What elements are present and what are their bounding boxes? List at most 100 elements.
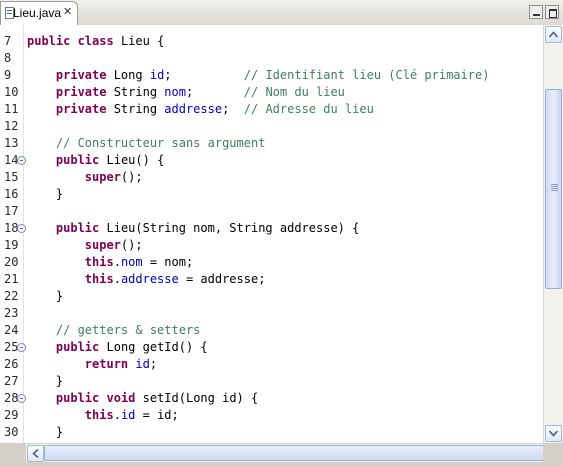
vertical-scroll-thumb[interactable] [545, 89, 562, 289]
code-line[interactable]: public class Lieu { [27, 33, 164, 50]
code-text: } [27, 187, 64, 201]
code-text: Long [106, 68, 150, 82]
horizontal-scroll-thumb[interactable] [44, 445, 544, 461]
code-text: Lieu() { [99, 153, 165, 167]
code-line[interactable]: private String nom; // Nom du lieu [27, 84, 345, 101]
keyword-token: void [106, 391, 136, 405]
code-line[interactable]: this.addresse = addresse; [27, 271, 266, 288]
code-text: setId(Long id) { [135, 391, 259, 405]
keyword-token: this [84, 255, 114, 269]
comment-token: // Identifiant lieu (Clé primaire) [243, 68, 490, 82]
line-number: 22 [4, 289, 19, 303]
code-line[interactable]: private String addresse; // Adresse du l… [27, 101, 374, 118]
arrow-up-icon[interactable] [545, 26, 562, 43]
code-line[interactable]: public Lieu(String nom, String addresse)… [27, 220, 359, 237]
bottom-border [0, 462, 563, 466]
vertical-scrollbar[interactable] [543, 25, 563, 443]
line-number: 9 [4, 68, 12, 82]
keyword-token: super [84, 170, 121, 184]
maximize-icon[interactable] [545, 5, 559, 19]
line-number: 26 [4, 357, 19, 371]
keyword-token: super [84, 238, 121, 252]
editor-tab-lieu-java[interactable]: Lieu.java ✕ [0, 1, 78, 25]
code-text: ; [222, 102, 244, 116]
code-text: String [106, 85, 165, 99]
line-number: 23 [4, 306, 19, 320]
line-number: 8 [4, 51, 12, 65]
code-line[interactable]: public Long getId() { [27, 339, 208, 356]
field-token: id [135, 357, 150, 371]
code-text: (); [120, 170, 143, 184]
field-token: addresse [164, 102, 223, 116]
code-line[interactable]: super(); [27, 169, 143, 186]
code-line[interactable]: super(); [27, 237, 143, 254]
code-line[interactable]: this.id = id; [27, 407, 179, 424]
code-line[interactable]: // Constructeur sans argument [27, 135, 266, 152]
line-number: 11 [4, 102, 19, 116]
minimize-icon[interactable] [529, 5, 543, 19]
code-line[interactable]: } [27, 186, 63, 203]
code-text: ; [164, 68, 244, 82]
line-number: 10 [4, 85, 19, 99]
code-line[interactable]: } [27, 424, 63, 441]
keyword-token: private [55, 68, 107, 82]
line-number: 21 [4, 272, 19, 286]
code-line[interactable]: return id; [27, 356, 157, 373]
code-line[interactable]: this.nom = nom; [27, 254, 193, 271]
line-number: 27 [4, 374, 19, 388]
keyword-token: return [84, 357, 129, 371]
line-number: 29 [4, 408, 19, 422]
fold-toggle-icon[interactable] [17, 394, 26, 403]
tab-label: Lieu.java [13, 6, 62, 20]
code-line[interactable]: } [27, 373, 63, 390]
window-controls [527, 4, 559, 23]
code-line[interactable]: public Lieu() { [27, 152, 164, 169]
code-text: . [113, 255, 121, 269]
code-line[interactable]: public void setId(Long id) { [27, 390, 258, 407]
field-token: nom [120, 255, 143, 269]
comment-token: // Adresse du lieu [243, 102, 374, 116]
fold-toggle-icon[interactable] [17, 156, 26, 165]
field-token: addresse [120, 272, 179, 286]
horizontal-scrollbar[interactable] [26, 443, 563, 462]
line-number: 13 [4, 136, 19, 150]
code-line[interactable]: // getters & setters [27, 322, 201, 339]
code-line[interactable]: private Long id; // Identifiant lieu (Cl… [27, 67, 490, 84]
keyword-token: class [77, 34, 114, 48]
line-number: 7 [4, 34, 12, 48]
code-text: = addresse; [178, 272, 266, 286]
code-text: . [113, 408, 121, 422]
code-text: (); [120, 238, 143, 252]
code-line[interactable]: } [27, 288, 63, 305]
fold-toggle-icon[interactable] [17, 224, 26, 233]
code-text: Lieu { [113, 34, 165, 48]
editor-tab-bar: Lieu.java ✕ [0, 0, 563, 26]
comment-token: // getters & setters [55, 323, 201, 337]
line-number: 19 [4, 238, 19, 252]
fold-toggle-icon[interactable] [17, 343, 26, 352]
code-text: Long getId() { [99, 340, 208, 354]
code-text: ; [185, 85, 244, 99]
code-editor[interactable]: 7 public class Lieu { 8 9 private Long id; … [0, 25, 543, 443]
field-token: id [149, 68, 165, 82]
comment-token: // Constructeur sans argument [55, 136, 266, 150]
arrow-left-icon[interactable] [27, 445, 44, 462]
field-token: id [120, 408, 136, 422]
arrow-down-icon[interactable] [545, 425, 562, 442]
code-text: Lieu(String nom, String addresse) { [99, 221, 360, 235]
line-number: 16 [4, 187, 19, 201]
line-number: 20 [4, 255, 19, 269]
close-icon[interactable]: ✕ [63, 5, 72, 18]
keyword-token: private [55, 102, 107, 116]
grip-icon [551, 184, 558, 191]
line-number: 30 [4, 425, 19, 439]
